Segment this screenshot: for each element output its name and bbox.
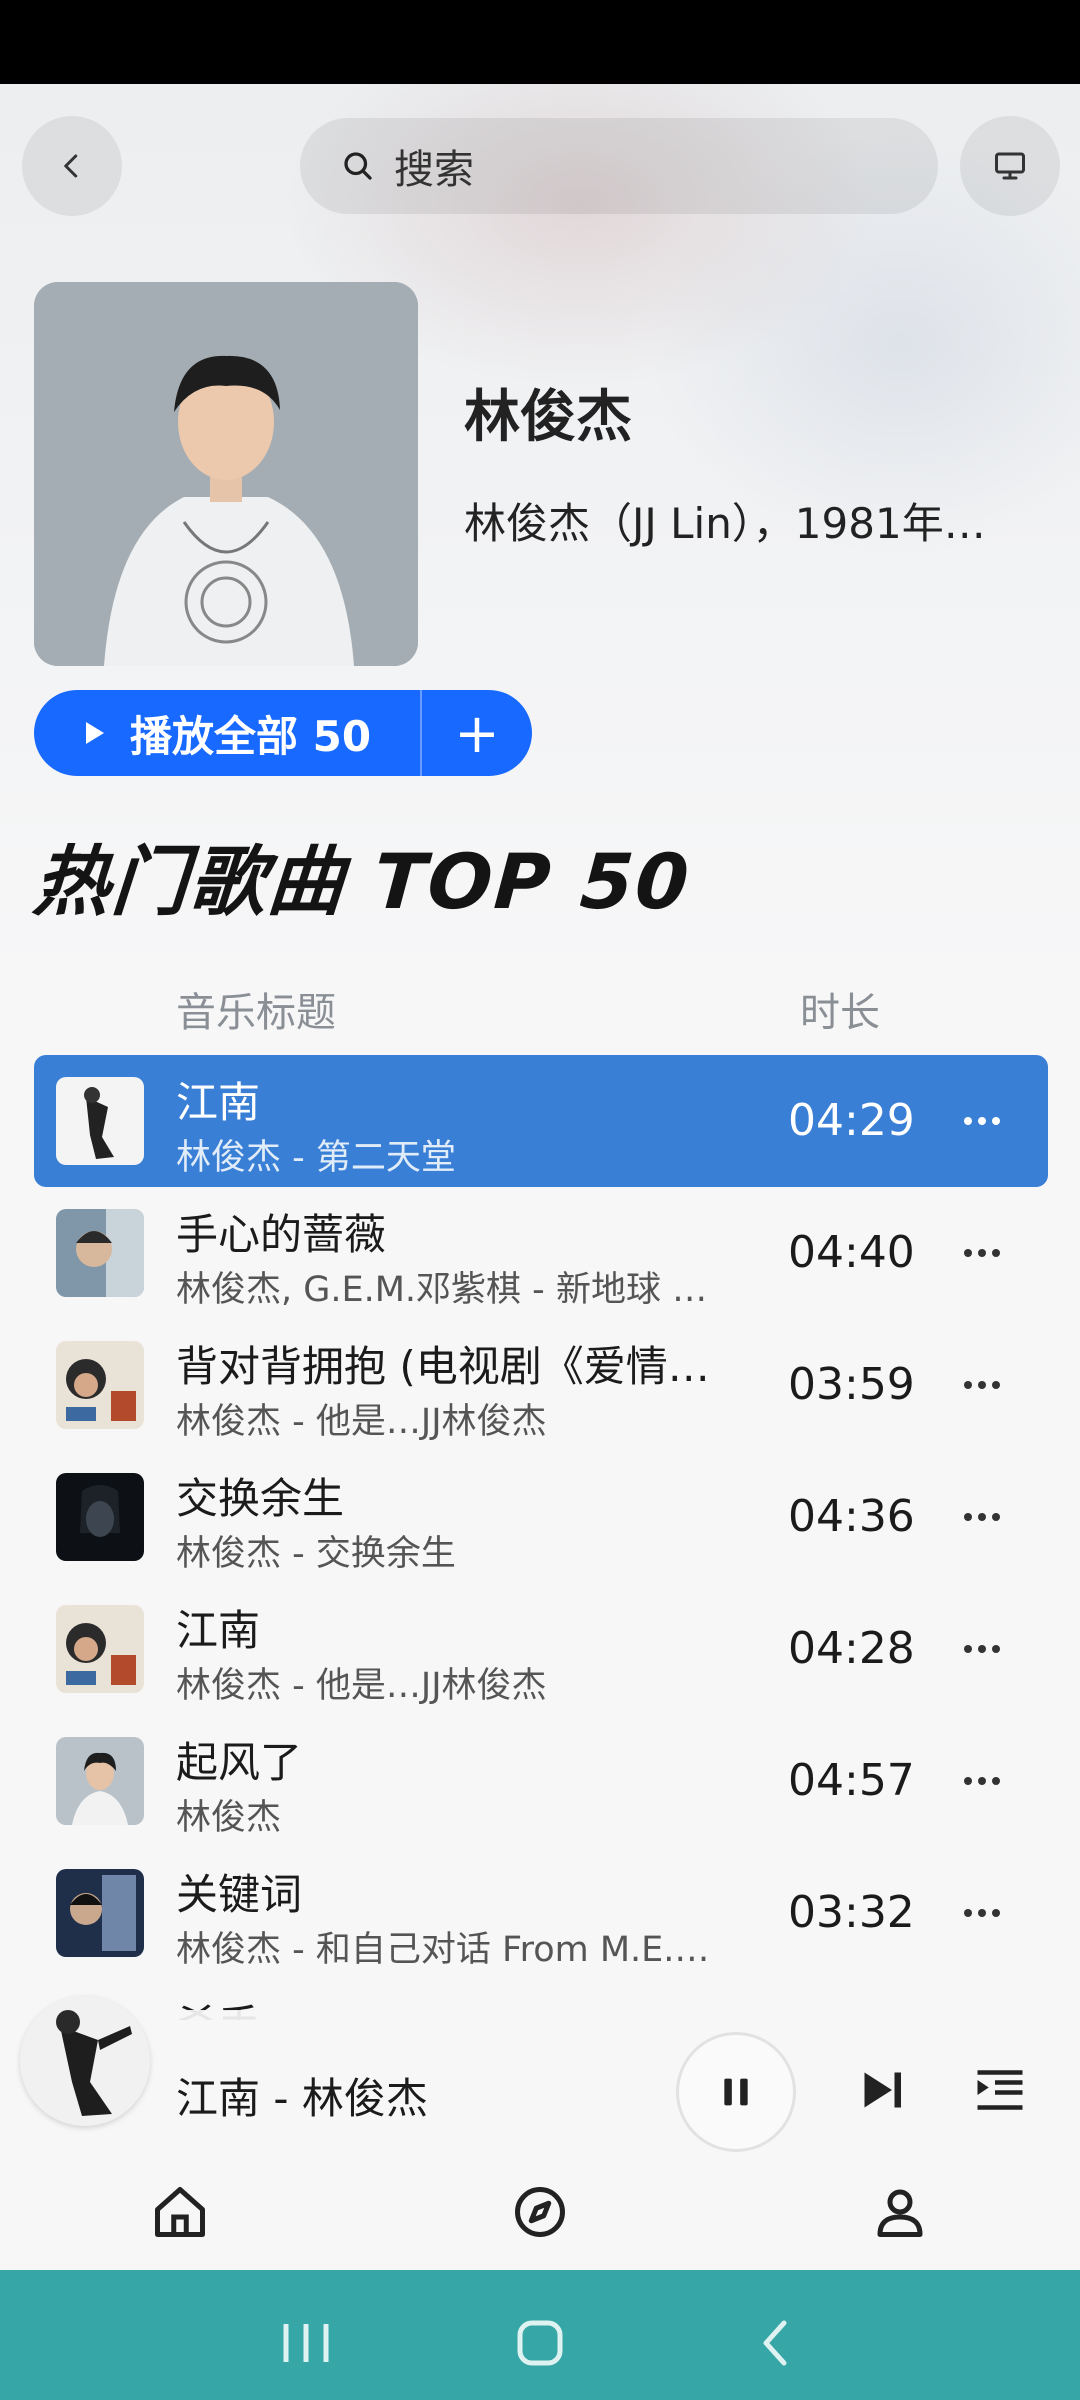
artist-name: 林俊杰 — [464, 385, 632, 450]
album-thumbnail — [56, 1737, 144, 1825]
skip-next-icon — [864, 2072, 901, 2108]
more-icon — [964, 1249, 1000, 1257]
user-icon — [877, 2189, 923, 2237]
recent-apps-button[interactable] — [280, 2318, 332, 2372]
back-chevron-icon — [763, 2320, 787, 2366]
song-title: 手心的蔷薇 — [176, 1210, 387, 1259]
play-all-group: 播放全部 50 + — [34, 690, 532, 776]
song-duration: 04:29 — [788, 1095, 915, 1146]
more-options-button[interactable] — [952, 1223, 1012, 1283]
song-subtitle: 林俊杰 - 和自己对话 From M.E.… — [176, 1930, 710, 1970]
song-row[interactable]: 江南 林俊杰 - 他是…JJ林俊杰 04:28 — [34, 1583, 1048, 1715]
more-icon — [964, 1909, 1000, 1917]
play-icon — [86, 722, 104, 744]
more-options-button[interactable] — [952, 1751, 1012, 1811]
pause-icon — [724, 2078, 748, 2106]
play-all-label: 播放全部 50 — [130, 711, 372, 761]
song-subtitle: 林俊杰 - 他是…JJ林俊杰 — [176, 1666, 547, 1706]
more-options-button[interactable] — [952, 1883, 1012, 1943]
monitor-icon — [995, 152, 1025, 180]
song-title: 江南 — [176, 1606, 261, 1655]
song-duration: 03:32 — [788, 1887, 915, 1938]
song-duration: 03:59 — [788, 1359, 915, 1410]
tab-home[interactable] — [150, 2182, 210, 2242]
song-title: 交换余生 — [176, 1474, 345, 1523]
song-duration: 04:40 — [788, 1227, 915, 1278]
more-options-button[interactable] — [952, 1619, 1012, 1679]
song-title: 背对背拥抱 (电视剧《爱情… — [176, 1342, 710, 1391]
song-subtitle: 林俊杰 - 第二天堂 — [176, 1138, 456, 1178]
artist-photo — [34, 282, 418, 666]
back-nav-button[interactable] — [750, 2318, 802, 2372]
song-row[interactable]: 手心的蔷薇 林俊杰, G.E.M.邓紫棋 - 新地球 … 04:40 — [34, 1187, 1048, 1319]
search-input[interactable]: 搜索 — [300, 118, 938, 214]
more-icon — [964, 1381, 1000, 1389]
back-button[interactable] — [22, 116, 122, 216]
album-thumbnail — [56, 1209, 144, 1297]
search-placeholder: 搜索 — [394, 147, 474, 193]
now-playing-cover[interactable] — [20, 1996, 150, 2126]
now-playing-title[interactable]: 江南 - 林俊杰 — [176, 2065, 428, 2126]
song-row[interactable]: 关键词 林俊杰 - 和自己对话 From M.E.… 03:32 — [34, 1847, 1048, 1979]
column-header-duration: 时长 — [800, 990, 880, 1036]
more-icon — [964, 1645, 1000, 1653]
album-thumbnail — [56, 1077, 144, 1165]
song-subtitle: 林俊杰 - 交换余生 — [176, 1534, 456, 1574]
album-thumbnail — [56, 1341, 144, 1429]
more-icon — [964, 1513, 1000, 1521]
home-nav-button[interactable] — [514, 2318, 566, 2372]
pause-button[interactable] — [676, 2032, 796, 2152]
screen-cast-button[interactable] — [960, 116, 1060, 216]
song-row[interactable]: 江南 林俊杰 - 第二天堂 04:29 — [34, 1055, 1048, 1187]
more-icon — [964, 1117, 1000, 1125]
column-header-title: 音乐标题 — [176, 990, 336, 1036]
song-subtitle: 林俊杰 - 他是…JJ林俊杰 — [176, 1402, 547, 1442]
song-row[interactable]: 背对背拥抱 (电视剧《爱情… 林俊杰 - 他是…JJ林俊杰 03:59 — [34, 1319, 1048, 1451]
home-icon — [155, 2187, 205, 2237]
song-row[interactable]: 交换余生 林俊杰 - 交换余生 04:36 — [34, 1451, 1048, 1583]
song-duration: 04:36 — [788, 1491, 915, 1542]
more-options-button[interactable] — [952, 1091, 1012, 1151]
section-title: 热门歌曲 TOP 50 — [30, 837, 694, 926]
song-title: 关键词 — [176, 1870, 303, 1919]
back-arrow-icon — [64, 154, 78, 178]
album-thumbnail — [56, 1473, 144, 1561]
more-options-button[interactable] — [952, 1487, 1012, 1547]
next-track-button[interactable] — [852, 2060, 912, 2120]
song-subtitle: 林俊杰 — [176, 1798, 282, 1838]
song-subtitle: 林俊杰, G.E.M.邓紫棋 - 新地球 … — [176, 1270, 708, 1310]
add-to-playlist-button[interactable]: + — [422, 690, 532, 776]
more-icon — [964, 1777, 1000, 1785]
compass-icon — [515, 2187, 565, 2237]
song-title: 起风了 — [176, 1738, 303, 1787]
tab-profile[interactable] — [870, 2182, 930, 2242]
playlist-queue-button[interactable] — [970, 2060, 1030, 2120]
album-thumbnail — [56, 1605, 144, 1693]
recent-apps-icon — [283, 2324, 329, 2362]
status-bar — [0, 0, 1080, 84]
tab-discover[interactable] — [510, 2182, 570, 2242]
song-duration: 04:57 — [788, 1755, 915, 1806]
queue-icon — [977, 2070, 1023, 2110]
song-row[interactable]: 起风了 林俊杰 04:57 — [34, 1715, 1048, 1847]
home-square-icon — [517, 2320, 563, 2366]
play-all-button[interactable]: 播放全部 50 — [34, 690, 420, 776]
more-options-button[interactable] — [952, 1355, 1012, 1415]
search-icon — [340, 148, 376, 184]
artist-description[interactable]: 林俊杰（JJ Lin），1981年… — [464, 490, 1044, 551]
song-duration: 04:28 — [788, 1623, 915, 1674]
album-thumbnail — [56, 1869, 144, 1957]
song-title: 江南 — [176, 1078, 261, 1127]
